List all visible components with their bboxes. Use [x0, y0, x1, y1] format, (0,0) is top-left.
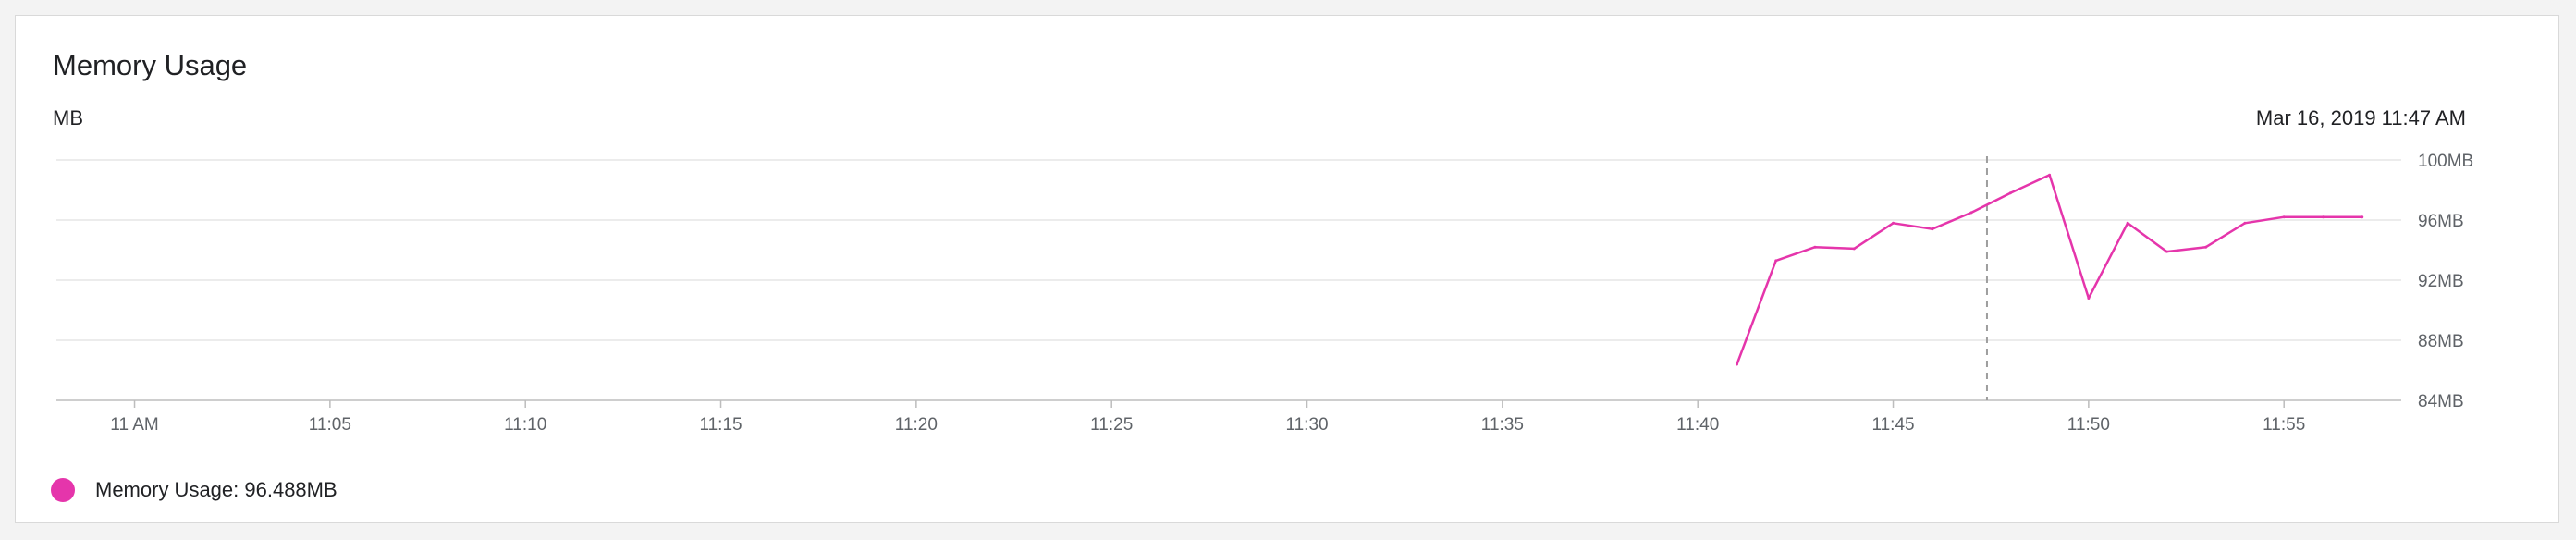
y-tick-label: 96MB: [2418, 212, 2464, 231]
legend-label: Memory Usage: 96.488MB: [95, 478, 337, 501]
x-tick-label: 11:40: [1676, 415, 1719, 435]
x-tick-label: 11:35: [1481, 415, 1524, 435]
x-tick-label: 11 AM: [110, 415, 158, 435]
data-point: [2008, 191, 2012, 195]
data-point: [2087, 297, 2091, 300]
x-tick-label: 11:30: [1285, 415, 1328, 435]
x-tick-label: 11:10: [504, 415, 546, 435]
data-point: [1892, 221, 1895, 225]
data-point: [2321, 215, 2325, 219]
legend-color-dot: [51, 478, 75, 502]
data-point: [2243, 221, 2247, 225]
memory-usage-card: Memory Usage MB Mar 16, 2019 11:47 AM 84…: [15, 15, 2559, 523]
data-point: [2282, 215, 2286, 219]
grid-lines: [56, 159, 2401, 341]
memory-usage-chart[interactable]: 84MB 88MB 92MB 96MB 100MB 11 AM 11:05 11:10 11:…: [16, 16, 2560, 524]
data-point: [1774, 259, 1778, 263]
data-point: [1813, 245, 1817, 249]
data-point: [1931, 227, 1934, 231]
x-tick-label: 11:15: [699, 415, 742, 435]
memory-usage-series-line: [1736, 174, 2362, 365]
x-tick-labels: 11 AM 11:05 11:10 11:15 11:20 11:25 11:30 11:35…: [110, 415, 2305, 435]
axes: [56, 399, 2401, 408]
legend[interactable]: Memory Usage: 96.488MB: [51, 478, 337, 502]
y-tick-label: 88MB: [2418, 332, 2464, 351]
x-tick-label: 11:55: [2263, 415, 2305, 435]
x-tick-label: 11:25: [1090, 415, 1133, 435]
data-point: [2048, 173, 2052, 177]
y-tick-labels: 84MB 88MB 92MB 96MB 100MB: [2418, 152, 2473, 411]
data-point: [1735, 362, 1738, 366]
y-tick-label: 92MB: [2418, 272, 2464, 291]
x-tick-label: 11:45: [1871, 415, 1914, 435]
data-point: [2204, 245, 2208, 249]
data-point: [1969, 211, 1973, 215]
data-point: [2361, 215, 2364, 219]
data-point: [2165, 250, 2168, 253]
series-lines: [1735, 173, 2364, 366]
x-tick-label: 11:50: [2067, 415, 2110, 435]
x-tick-label: 11:05: [309, 415, 351, 435]
data-point: [1852, 247, 1856, 251]
x-tick-label: 11:20: [895, 415, 938, 435]
y-tick-label: 84MB: [2418, 392, 2464, 411]
y-tick-label: 100MB: [2418, 152, 2473, 171]
data-point: [2126, 221, 2129, 225]
